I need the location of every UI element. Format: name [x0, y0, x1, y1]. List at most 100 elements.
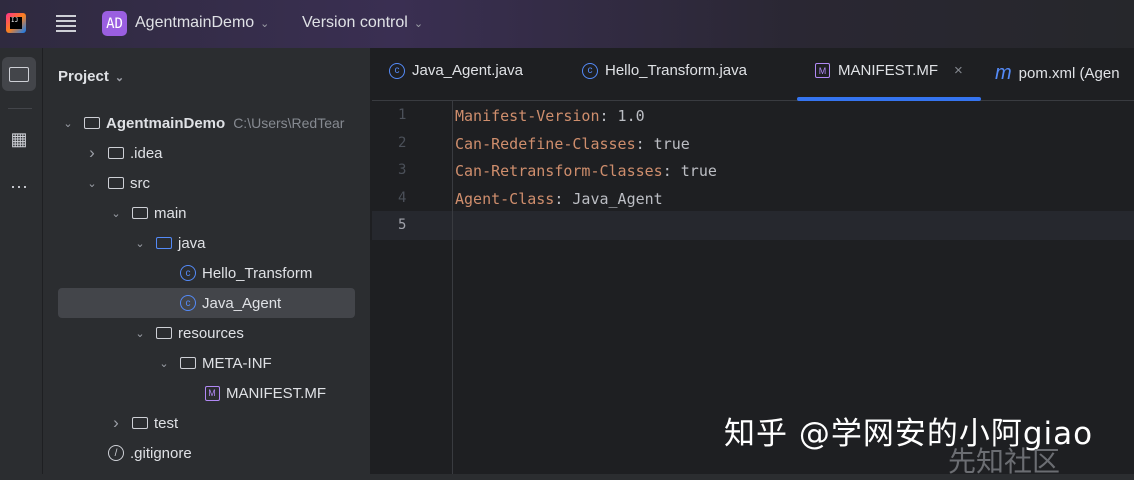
tree-item[interactable]: / .gitignore	[43, 438, 370, 468]
active-tab-indicator	[797, 97, 981, 101]
project-panel: Project ⌄ ⌄ AgentmainDemo C:\Users\RedTear ›…	[43, 48, 371, 474]
ignore-file-icon: /	[107, 445, 125, 461]
project-badge[interactable]: AD	[102, 11, 127, 36]
tree-item-label: resources	[178, 324, 244, 342]
tree-item[interactable]: ⌄ java	[43, 228, 370, 258]
tab-label: pom.xml (Agen	[1018, 65, 1120, 82]
folder-icon	[179, 355, 197, 371]
structure-tool-button[interactable]: ▦	[2, 122, 36, 156]
vcs-label: Version control	[302, 14, 408, 31]
maven-icon: m	[995, 62, 1012, 84]
panel-title-label: Project	[58, 68, 109, 85]
intellij-logo-icon: IJ	[6, 13, 26, 33]
chevron-right-icon[interactable]: ›	[109, 413, 123, 433]
module-folder-icon	[83, 115, 101, 131]
folder-icon	[131, 205, 149, 221]
tree-item-label: Java_Agent	[202, 294, 282, 312]
tree-item-label: java	[178, 234, 206, 252]
chevron-down-icon[interactable]: ⌄	[61, 117, 75, 130]
chevron-down-icon[interactable]: ⌄	[133, 237, 147, 250]
class-icon: c	[582, 62, 598, 79]
chevron-right-icon[interactable]: ›	[85, 143, 99, 163]
tree-item-label: .idea	[130, 144, 163, 162]
tree-item[interactable]: › .idea	[43, 138, 370, 168]
chevron-down-icon[interactable]: ⌄	[85, 177, 99, 190]
tab-label: MANIFEST.MF	[838, 62, 938, 79]
tree-item-label: META-INF	[202, 354, 272, 372]
tree-item-label: test	[154, 414, 179, 432]
tree-item[interactable]: M MANIFEST.MF	[43, 378, 370, 408]
project-tool-button[interactable]	[2, 57, 36, 91]
tree-item-label: AgentmainDemo	[106, 114, 226, 132]
chevron-down-icon[interactable]: ⌄	[109, 207, 123, 220]
tree-item[interactable]: ⌄ src	[43, 168, 370, 198]
tab-hello-transform[interactable]: c Hello_Transform.java	[582, 62, 747, 79]
tab-pom[interactable]: m pom.xml (Agen	[995, 62, 1120, 85]
code-line: Manifest-Version: 1.0	[455, 107, 645, 125]
tree-item-label: .gitignore	[130, 444, 192, 462]
close-icon[interactable]: ×	[954, 62, 963, 79]
gutter	[372, 101, 453, 480]
tool-window-strip: ▦ ⋯	[0, 48, 43, 480]
tree-item[interactable]: c Java_Agent	[58, 288, 355, 318]
resources-folder-icon	[155, 325, 173, 341]
chevron-down-icon: ⌄	[114, 72, 125, 84]
manifest-key: Can-Redefine-Classes	[455, 134, 636, 153]
class-icon: c	[389, 62, 405, 79]
manifest-key: Manifest-Version	[455, 107, 600, 125]
main-menu-icon[interactable]	[56, 15, 76, 32]
more-tools-button[interactable]: ⋯	[2, 170, 36, 204]
divider	[8, 108, 32, 109]
line-number: 2	[398, 134, 407, 151]
manifest-value: : true	[635, 134, 690, 153]
code-line: Can-Redefine-Classes: true	[455, 135, 690, 153]
chevron-down-icon[interactable]: ⌄	[157, 357, 171, 370]
version-control-menu[interactable]: Version control ⌄	[302, 14, 423, 32]
editor-tabs: c Java_Agent.java c Hello_Transform.java M…	[372, 48, 1134, 101]
line-number: 1	[398, 107, 407, 123]
tree-item[interactable]: › test	[43, 408, 370, 438]
line-number: 4	[398, 189, 407, 206]
class-icon: c	[179, 295, 197, 311]
tree-item-label: Hello_Transform	[202, 264, 313, 282]
folder-icon	[107, 145, 125, 161]
manifest-icon: M	[815, 63, 830, 78]
folder-icon	[131, 415, 149, 431]
code-line: Agent-Class: Java_Agent	[455, 190, 663, 208]
tree-item[interactable]: c Hello_Transform	[43, 258, 370, 288]
folder-icon	[9, 66, 29, 82]
manifest-key: Agent-Class	[455, 189, 555, 208]
tab-label: Hello_Transform.java	[605, 62, 747, 79]
tree-item[interactable]: ⌄ AgentmainDemo C:\Users\RedTear	[43, 108, 370, 138]
project-path: C:\Users\RedTear	[233, 115, 345, 131]
tab-java-agent[interactable]: c Java_Agent.java	[389, 62, 523, 79]
line-number: 3	[398, 162, 407, 178]
manifest-value: : true	[662, 162, 717, 180]
structure-icon: ▦	[10, 128, 28, 149]
more-icon: ⋯	[10, 176, 28, 197]
project-panel-title[interactable]: Project ⌄	[58, 68, 124, 85]
source-folder-icon	[155, 235, 173, 251]
line-number: 5	[398, 217, 407, 233]
manifest-value: : Java_Agent	[554, 189, 663, 208]
folder-icon	[107, 175, 125, 191]
status-bar	[0, 474, 1134, 480]
tab-manifest[interactable]: M MANIFEST.MF ×	[815, 62, 963, 79]
tree-item[interactable]: ⌄ META-INF	[43, 348, 370, 378]
code-line: Can-Retransform-Classes: true	[455, 162, 717, 180]
tree-item[interactable]: ⌄ main	[43, 198, 370, 228]
title-bar: IJ AD AgentmainDemo ⌄ Version control ⌄	[0, 0, 1134, 48]
tree-item[interactable]: ⌄ resources	[43, 318, 370, 348]
tree-item-label: main	[154, 204, 187, 222]
project-switcher[interactable]: AgentmainDemo ⌄	[135, 14, 269, 32]
chevron-down-icon[interactable]: ⌄	[133, 327, 147, 340]
project-name: AgentmainDemo	[135, 14, 255, 31]
chevron-down-icon: ⌄	[413, 18, 424, 30]
manifest-icon: M	[203, 385, 221, 401]
manifest-key: Can-Retransform-Classes	[455, 162, 663, 180]
tree-item-label: src	[130, 174, 150, 192]
current-line-highlight	[372, 211, 1134, 240]
class-icon: c	[179, 265, 197, 281]
tree-item-label: MANIFEST.MF	[226, 384, 326, 402]
manifest-value: : 1.0	[599, 107, 645, 125]
